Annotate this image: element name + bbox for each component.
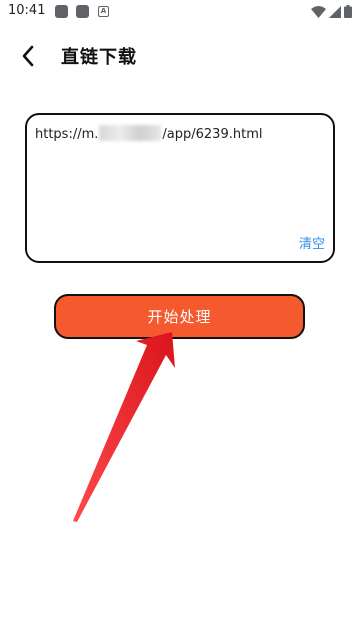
wifi-icon bbox=[311, 5, 326, 18]
a-badge-icon: A bbox=[98, 6, 109, 17]
app-icon bbox=[76, 5, 89, 18]
url-text[interactable]: https://m. /app/6239.html bbox=[35, 125, 325, 142]
redacted-domain bbox=[99, 125, 162, 141]
clear-button[interactable]: 清空 bbox=[299, 233, 325, 252]
url-prefix: https://m. bbox=[35, 127, 99, 142]
back-button[interactable] bbox=[14, 42, 42, 70]
header: 直链下载 bbox=[0, 34, 360, 78]
start-processing-button[interactable]: 开始处理 bbox=[54, 294, 305, 339]
status-bar: 10:41 A bbox=[0, 0, 360, 24]
chevron-left-icon bbox=[22, 45, 34, 67]
url-suffix: /app/6239.html bbox=[162, 127, 263, 142]
gallery-icon bbox=[55, 5, 68, 18]
page-title: 直链下载 bbox=[61, 47, 137, 68]
status-time: 10:41 bbox=[8, 3, 46, 18]
url-input-box[interactable]: https://m. /app/6239.html 清空 bbox=[25, 113, 335, 263]
signal-icon bbox=[329, 5, 341, 18]
start-processing-label: 开始处理 bbox=[147, 308, 212, 326]
battery-icon bbox=[344, 5, 352, 18]
system-icons bbox=[311, 5, 352, 18]
